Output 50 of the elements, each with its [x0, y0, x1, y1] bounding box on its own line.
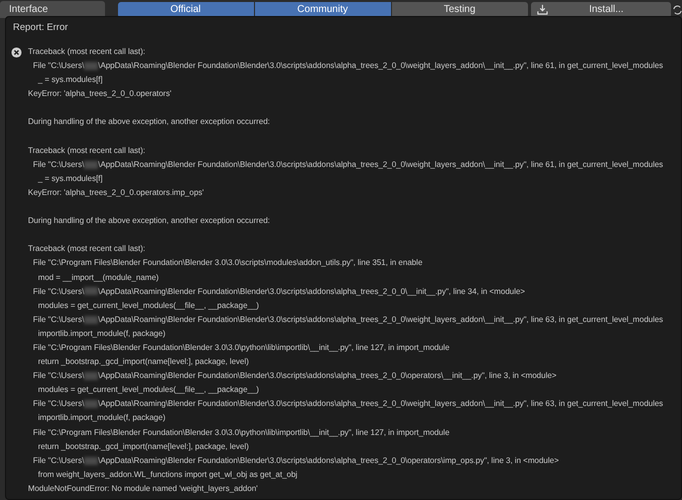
- traceback-text: File "C:\Program Files\Blender Foundation\Blender 3.0\3.0\python\lib\importlib\__init__.py", line 127, in import_module: [33, 342, 450, 352]
- traceback-text: Traceback (most recent call last):: [28, 47, 146, 56]
- traceback-text: _ = sys.modules[f]: [38, 174, 103, 183]
- traceback-text: from weight_layers_addon.WL_functions import get_wl_obj as get_at_obj: [38, 470, 298, 479]
- install-button[interactable]: Install...: [530, 2, 672, 18]
- traceback-text: modules = get_current_level_modules(__file__, __package__): [38, 300, 259, 310]
- traceback-text: KeyError: 'alpha_trees_2_0_0.operators': [28, 89, 172, 98]
- refresh-icon[interactable]: [673, 2, 682, 16]
- traceback-text: File "C:\Users\: [33, 61, 84, 70]
- redacted-block: [84, 160, 98, 169]
- traceback-text: File "C:\Users\: [33, 456, 84, 465]
- traceback-text: \AppData\Roaming\Blender Foundation\Blender\3.0\scripts\addons\alpha_trees_2_0_0\__init__.py", line 34, in <module>: [98, 286, 525, 296]
- error-icon: [11, 47, 22, 58]
- traceback-text: During handling of the above exception, another exception occurred:: [28, 216, 270, 226]
- traceback-text: modules = get_current_level_modules(__file__, __package__): [38, 385, 259, 394]
- traceback-text: File "C:\Users\: [33, 399, 84, 408]
- traceback-text: \AppData\Roaming\Blender Foundation\Blender\3.0\scripts\addons\alpha_trees_2_0_0\operators\__init__.py", line 3, in <module>: [98, 371, 556, 380]
- traceback-text: \AppData\Roaming\Blender Foundation\Blender\3.0\scripts\addons\alpha_trees_2_0_0\weight_layers_addon\__init__.py", line 63, in get_current_level_modules: [98, 399, 664, 408]
- traceback-text: File "C:\Program Files\Blender Foundation\Blender 3.0\3.0\scripts\modules\addon_utils.py", line 351, in enable: [33, 258, 422, 268]
- redacted-block: [84, 62, 98, 70]
- redacted-block: [84, 400, 98, 408]
- traceback-text: mod = __import__(module_name): [38, 272, 159, 282]
- traceback-text: KeyError: 'alpha_trees_2_0_0.operators.imp_ops': [28, 188, 204, 197]
- traceback-text: ModuleNotFoundError: No module named 'weight_layers_addon': [28, 484, 258, 493]
- traceback-text: File "C:\Users\: [33, 371, 84, 380]
- traceback-text: File "C:\Users\: [33, 286, 84, 296]
- traceback-text: importlib.import_module(f, package): [38, 413, 166, 422]
- traceback-text: File "C:\Users\: [33, 160, 84, 169]
- traceback-text: File "C:\Program Files\Blender Foundation\Blender 3.0\3.0\python\lib\importlib\__init__.py", line 127, in import_module: [33, 428, 450, 437]
- redacted-block: [84, 287, 98, 296]
- traceback-text: _ = sys.modules[f]: [38, 75, 103, 84]
- traceback-text: return _bootstrap._gcd_import(name[level:], package, level): [38, 357, 249, 366]
- traceback-text: \AppData\Roaming\Blender Foundation\Blender\3.0\scripts\addons\alpha_trees_2_0_0\weight_layers_addon\__init__.py", line 61, in get_current_level_modules: [98, 160, 664, 169]
- report-title: Report: Error: [12, 21, 69, 35]
- redacted-block: [84, 316, 98, 324]
- download-icon: [536, 4, 548, 15]
- redacted-block: [84, 456, 98, 465]
- traceback-text: \AppData\Roaming\Blender Foundation\Blender\3.0\scripts\addons\alpha_trees_2_0_0\weight_layers_addon\__init__.py", line 61, in get_current_level_modules: [98, 61, 664, 70]
- traceback-text: return _bootstrap._gcd_import(name[level:], package, level): [38, 442, 249, 451]
- traceback-text: Traceback (most recent call last):: [28, 244, 146, 254]
- traceback-text: File "C:\Users\: [33, 314, 84, 324]
- traceback-text: During handling of the above exception, another exception occurred:: [28, 117, 270, 126]
- traceback-text: Traceback (most recent call last):: [28, 146, 146, 155]
- traceback-text: \AppData\Roaming\Blender Foundation\Blender\3.0\scripts\addons\alpha_trees_2_0_0\operators\imp_ops.py", line 3, in <module>: [98, 456, 559, 465]
- repository-tab[interactable]: Testing: [392, 2, 528, 18]
- traceback-text: importlib.import_module(f, package): [38, 328, 166, 338]
- repository-tab[interactable]: Community: [254, 2, 391, 18]
- traceback-text: \AppData\Roaming\Blender Foundation\Blender\3.0\scripts\addons\alpha_trees_2_0_0\weight_layers_addon\__init__.py", line 63, in get_current_level_modules: [98, 314, 664, 324]
- repository-tab[interactable]: Official: [118, 2, 254, 18]
- redacted-block: [84, 372, 98, 380]
